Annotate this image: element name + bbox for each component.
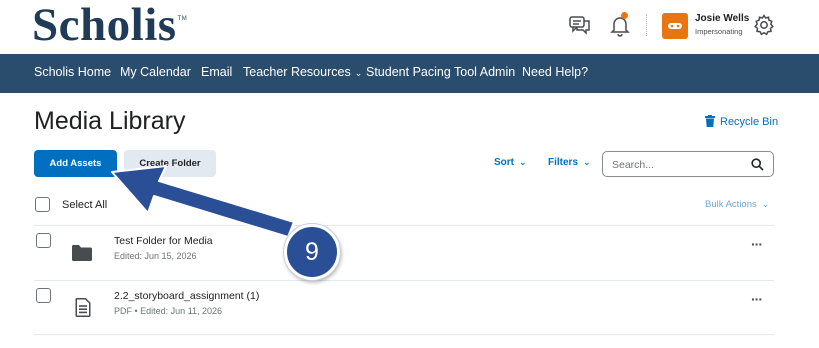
- recycle-bin-link[interactable]: Recycle Bin: [705, 115, 778, 128]
- chevron-down-icon: ⌄: [761, 199, 770, 209]
- nav-teacher-resources[interactable]: Teacher Resources ⌄: [243, 65, 362, 79]
- add-assets-button[interactable]: Add Assets: [34, 150, 117, 177]
- top-header: ScholisTM Josie Wells Impersonating: [0, 0, 819, 54]
- page-title: Media Library: [34, 107, 186, 135]
- nav-need-help[interactable]: Need Help?: [522, 65, 588, 79]
- chevron-down-icon: ⌄: [354, 68, 363, 78]
- more-options-icon[interactable]: ···: [751, 236, 763, 252]
- item-meta: Edited: Jun 15, 2026: [114, 251, 197, 261]
- item-title[interactable]: 2.2_storyboard_assignment (1): [114, 290, 259, 302]
- divider: [34, 334, 774, 335]
- nav-student-pacing-tool-admin[interactable]: Student Pacing Tool Admin: [366, 65, 515, 79]
- select-all-checkbox[interactable]: [35, 197, 50, 212]
- bell-icon[interactable]: [608, 13, 632, 37]
- notification-dot: [621, 12, 628, 19]
- item-title[interactable]: Test Folder for Media: [114, 235, 213, 247]
- main-navigation: Scholis Home My Calendar Email Teacher R…: [0, 54, 819, 93]
- recycle-bin-label: Recycle Bin: [720, 116, 779, 128]
- item-checkbox[interactable]: [36, 233, 51, 248]
- step-number-badge: 9: [284, 224, 340, 280]
- nav-scholis-home[interactable]: Scholis Home: [34, 65, 111, 79]
- divider: [34, 225, 774, 226]
- sort-label: Sort: [494, 157, 514, 168]
- divider: [34, 280, 774, 281]
- search-input[interactable]: [612, 157, 742, 173]
- filters-dropdown[interactable]: Filters ⌄: [548, 157, 591, 168]
- impersonate-icon: [668, 23, 682, 29]
- gear-icon[interactable]: [752, 13, 776, 37]
- create-folder-button[interactable]: Create Folder: [124, 150, 216, 177]
- chat-icon[interactable]: [568, 13, 592, 37]
- search-icon[interactable]: [751, 158, 764, 171]
- header-separator: [646, 14, 647, 36]
- avatar[interactable]: [662, 13, 688, 39]
- sort-dropdown[interactable]: Sort ⌄: [494, 157, 527, 168]
- chevron-down-icon: ⌄: [519, 157, 527, 167]
- bulk-actions-label: Bulk Actions: [705, 199, 757, 210]
- filters-label: Filters: [548, 157, 579, 168]
- user-name[interactable]: Josie Wells: [695, 13, 749, 24]
- search-box[interactable]: [602, 151, 774, 177]
- nav-email[interactable]: Email: [201, 65, 232, 79]
- item-checkbox[interactable]: [36, 288, 51, 303]
- trash-icon: [705, 115, 715, 127]
- folder-icon: [72, 245, 92, 261]
- item-type: PDF: [114, 306, 132, 316]
- user-status: Impersonating: [695, 27, 743, 36]
- item-edited: Edited: Jun 11, 2026: [140, 306, 223, 316]
- scholis-logo[interactable]: ScholisTM: [32, 0, 188, 52]
- bulk-actions-dropdown[interactable]: Bulk Actions ⌄: [705, 199, 769, 210]
- more-options-icon[interactable]: ···: [751, 291, 763, 307]
- item-meta: PDF • Edited: Jun 11, 2026: [114, 306, 223, 316]
- nav-teacher-resources-label: Teacher Resources: [243, 65, 351, 79]
- chevron-down-icon: ⌄: [583, 157, 591, 167]
- select-all-label: Select All: [62, 199, 108, 211]
- nav-my-calendar[interactable]: My Calendar: [120, 65, 191, 79]
- document-icon: [75, 298, 91, 317]
- trademark-mark: TM: [177, 16, 188, 22]
